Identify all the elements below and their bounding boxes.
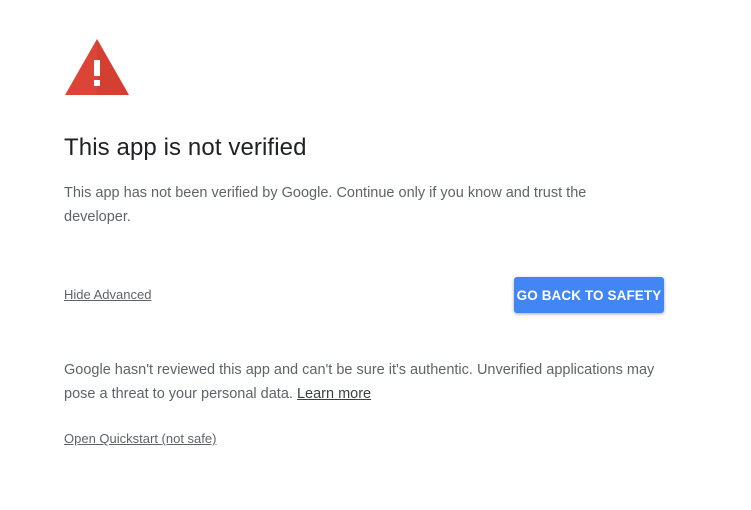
- verification-description: This app has not been verified by Google…: [64, 185, 587, 225]
- warning-triangle-icon: [65, 39, 129, 95]
- advanced-warning-text: Google hasn't reviewed this app and can'…: [64, 358, 664, 406]
- hide-advanced-link[interactable]: Hide Advanced: [64, 287, 151, 302]
- go-back-to-safety-button[interactable]: GO BACK TO SAFETY: [514, 277, 664, 313]
- learn-more-link[interactable]: Learn more: [297, 386, 371, 402]
- page-title: This app is not verified: [64, 134, 307, 161]
- unverified-app-page: This app is not verified This app has no…: [0, 0, 751, 510]
- open-quickstart-unsafe-link[interactable]: Open Quickstart (not safe): [64, 431, 216, 446]
